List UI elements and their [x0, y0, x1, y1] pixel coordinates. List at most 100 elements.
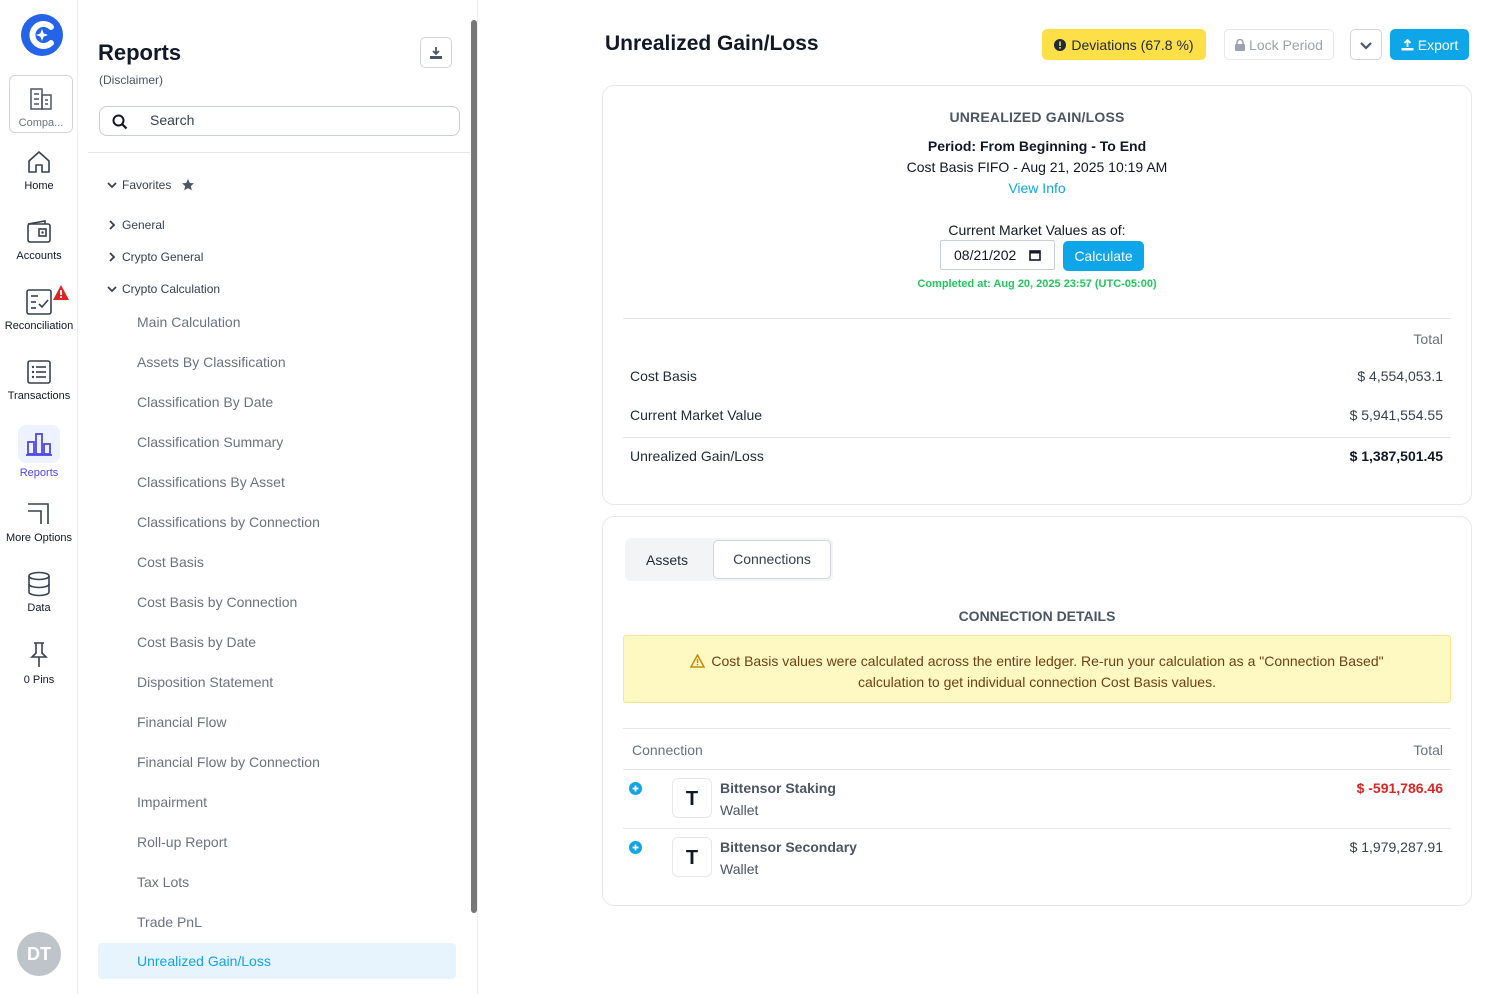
group-label: General	[122, 218, 165, 232]
rail-reconciliation[interactable]: Reconciliation	[0, 285, 78, 332]
report-link[interactable]: Assets By Classification	[137, 354, 286, 370]
company-switcher[interactable]: Compa...	[9, 75, 73, 133]
report-link[interactable]: Classifications by Connection	[137, 514, 320, 530]
report-link[interactable]: Financial Flow	[137, 714, 226, 730]
lock-period-button[interactable]: Lock Period	[1224, 29, 1334, 60]
report-link[interactable]: Roll-up Report	[137, 834, 227, 850]
rail-home-label: Home	[24, 180, 54, 192]
warning-banner: Cost Basis values were calculated across…	[623, 635, 1451, 703]
calculate-button[interactable]: Calculate	[1063, 241, 1144, 271]
report-link[interactable]: Cost Basis by Date	[137, 634, 256, 650]
group-crypto-calculation[interactable]: Crypto Calculation	[106, 282, 220, 296]
app-logo-icon[interactable]	[21, 14, 63, 56]
more-actions-button[interactable]	[1350, 29, 1382, 60]
view-tabs: Assets Connections	[625, 538, 833, 581]
left-rail: Compa... Home Accounts Reconciliation Tr…	[0, 0, 78, 994]
rail-more-options[interactable]: More Options	[0, 500, 78, 544]
market-date-value: 08/21/202	[954, 247, 1017, 263]
connection-total: $ -591,786.46	[1356, 780, 1443, 796]
divider	[623, 318, 1451, 319]
lock-period-label: Lock Period	[1249, 36, 1323, 53]
report-heading: UNREALIZED GAIN/LOSS	[949, 109, 1125, 125]
expand-plus-icon[interactable]	[629, 841, 642, 854]
report-link[interactable]: Cost Basis by Connection	[137, 594, 297, 610]
report-period: Period: From Beginning - To End	[927, 138, 1147, 154]
chevron-right-icon	[109, 220, 116, 230]
tab-connections[interactable]: Connections	[713, 540, 831, 579]
report-link[interactable]: Financial Flow by Connection	[137, 754, 320, 770]
warning-icon	[690, 654, 706, 668]
reports-highlight	[18, 425, 60, 463]
rail-data[interactable]: Data	[0, 570, 78, 614]
group-general[interactable]: General	[106, 218, 165, 232]
group-favorites[interactable]: Favorites	[106, 178, 195, 192]
connection-total: $ 1,979,287.91	[1349, 839, 1443, 855]
market-value-value: $ 5,941,554.55	[1349, 407, 1443, 423]
expand-plus-icon[interactable]	[629, 782, 642, 795]
completed-status: Completed at: Aug 20, 2025 23:57 (UTC-05…	[917, 278, 1157, 290]
avatar[interactable]: DT	[17, 932, 61, 976]
rail-accounts-label: Accounts	[16, 250, 62, 262]
sidebar-scrollbar[interactable]	[471, 20, 477, 913]
group-crypto-general[interactable]: Crypto General	[106, 250, 203, 264]
pin-icon	[30, 642, 48, 667]
report-link[interactable]: Main Calculation	[137, 314, 241, 330]
report-link[interactable]: Classifications By Asset	[137, 474, 285, 490]
calendar-icon[interactable]	[1029, 249, 1041, 261]
report-link[interactable]: Trade PnL	[137, 914, 202, 930]
rail-pins[interactable]: 0 Pins	[0, 640, 78, 686]
rail-accounts[interactable]: Accounts	[0, 218, 78, 262]
report-link[interactable]: Cost Basis	[137, 554, 204, 570]
report-link[interactable]: Disposition Statement	[137, 674, 273, 690]
database-icon	[28, 571, 50, 597]
connection-type: Wallet	[720, 802, 759, 818]
bar-chart-icon	[26, 433, 52, 456]
rail-reports[interactable]: Reports	[0, 425, 78, 479]
report-link[interactable]: Classification By Date	[137, 394, 273, 410]
view-info-text[interactable]: View Info	[1008, 180, 1065, 196]
upload-icon	[1401, 38, 1414, 51]
report-link[interactable]: Classification Summary	[137, 434, 283, 450]
col-connection: Connection	[632, 742, 703, 758]
report-link[interactable]: Impairment	[137, 794, 207, 810]
view-info-link: View Info	[603, 180, 1471, 196]
wallet-icon	[27, 220, 51, 243]
connection-name[interactable]: Bittensor Secondary	[720, 839, 857, 855]
building-icon	[30, 88, 52, 110]
warning-text-line2: calculation to get individual connection…	[858, 674, 1216, 690]
unrealized-value: $ 1,387,501.45	[1349, 448, 1443, 464]
unrealized-label: Unrealized Gain/Loss	[630, 448, 764, 464]
disclaimer-link[interactable]: (Disclaimer)	[99, 73, 163, 87]
search-icon	[112, 114, 128, 130]
rail-transactions-label: Transactions	[7, 390, 71, 402]
connection-name[interactable]: Bittensor Staking	[720, 780, 836, 796]
home-icon	[28, 151, 50, 173]
chevron-down-icon	[107, 182, 117, 189]
chevron-down-icon	[107, 286, 117, 293]
tab-assets[interactable]: Assets	[646, 552, 688, 568]
deviations-label: Deviations (67.8 %)	[1071, 36, 1194, 53]
export-button[interactable]: Export	[1390, 29, 1469, 60]
market-date-input[interactable]: 08/21/202	[940, 240, 1055, 270]
rail-reports-label: Reports	[19, 467, 59, 479]
lock-icon	[1235, 38, 1246, 51]
divider	[623, 728, 1451, 729]
divider	[623, 437, 1451, 438]
rail-home[interactable]: Home	[0, 148, 78, 192]
deviations-button[interactable]: Deviations (67.8 %)	[1042, 29, 1206, 60]
connections-card: Assets Connections CONNECTION DETAILS Co…	[602, 516, 1472, 906]
search-input[interactable]	[150, 112, 440, 128]
report-link-active[interactable]: Unrealized Gain/Loss	[98, 943, 456, 979]
star-icon	[182, 179, 195, 191]
download-icon	[430, 46, 442, 59]
active-report-label: Unrealized Gain/Loss	[137, 953, 271, 969]
market-value-label: Current Market Value	[630, 407, 763, 423]
rail-pins-label: 0 Pins	[23, 674, 55, 686]
report-link[interactable]: Tax Lots	[137, 874, 189, 890]
group-label: Crypto Calculation	[122, 282, 221, 296]
divider	[623, 769, 1451, 770]
rail-transactions[interactable]: Transactions	[0, 358, 78, 402]
market-values-label: Current Market Values as of:	[948, 222, 1126, 238]
download-button[interactable]	[420, 37, 452, 68]
sidebar-title: Reports	[98, 40, 182, 65]
